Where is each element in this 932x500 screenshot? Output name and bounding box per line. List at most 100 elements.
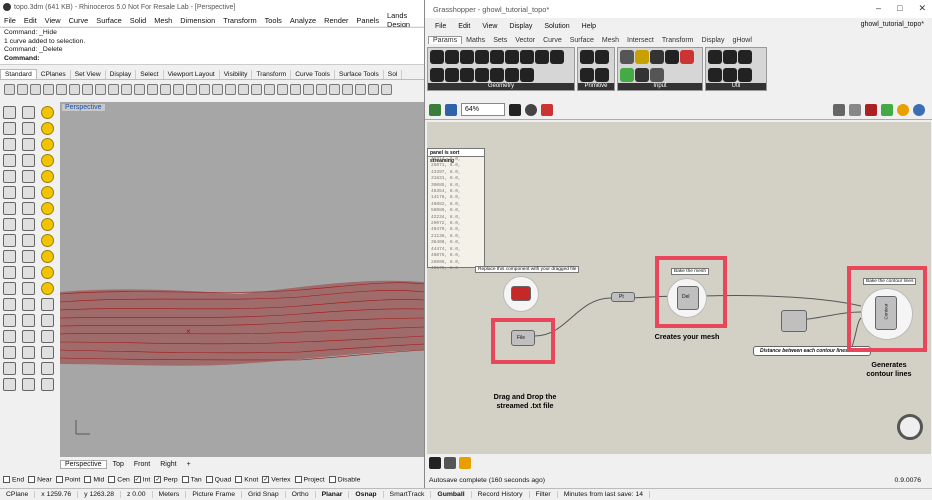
component-icon[interactable] (635, 50, 649, 64)
component-icon[interactable] (505, 68, 519, 82)
component-icon[interactable] (535, 50, 549, 64)
side-tool-icon[interactable] (3, 282, 16, 295)
gh-tab-ghowl[interactable]: gHowl (728, 37, 755, 44)
toolbar-tab-sol[interactable]: Sol (384, 70, 403, 79)
gh-tab-params[interactable]: Params (428, 36, 463, 44)
filter-toggle[interactable]: Filter (530, 491, 558, 498)
side-tool-icon[interactable] (41, 362, 54, 375)
side-tool-icon[interactable] (41, 330, 54, 343)
component-icon[interactable] (650, 68, 664, 82)
compass-icon[interactable] (897, 414, 923, 440)
toolbar-tool-icon[interactable] (173, 83, 184, 95)
rhino-menu-mesh[interactable]: Mesh (150, 16, 176, 25)
side-tool-icon[interactable] (22, 234, 35, 247)
side-tool-icon[interactable] (3, 186, 16, 199)
side-tool-icon[interactable] (41, 138, 54, 151)
osnap-quad[interactable]: Quad (205, 476, 231, 484)
side-tool-icon[interactable] (41, 122, 54, 135)
minimize-icon[interactable]: – (876, 3, 881, 14)
bake-icon[interactable] (865, 103, 877, 116)
toolbar-tool-icon[interactable] (381, 83, 392, 95)
side-tool-icon[interactable] (3, 170, 16, 183)
viewport-tab-right[interactable]: Right (156, 461, 180, 468)
toolbar-tool-icon[interactable] (186, 83, 197, 95)
toolbar-tool-icon[interactable] (303, 83, 314, 95)
osnap-knot[interactable]: Knot (235, 476, 258, 484)
open-file-icon[interactable] (429, 103, 441, 116)
component-icon[interactable] (445, 50, 459, 64)
maximize-icon[interactable]: □ (897, 3, 902, 14)
globe-icon[interactable] (897, 103, 909, 116)
gh-menu-edit[interactable]: Edit (452, 23, 476, 30)
component-icon[interactable] (520, 68, 534, 82)
component-icon[interactable] (580, 68, 594, 82)
side-tool-icon[interactable] (41, 186, 54, 199)
current-layer[interactable]: Picture Frame (186, 491, 242, 498)
rhino-menu-render[interactable]: Render (320, 16, 352, 25)
toolbar-tab-display[interactable]: Display (106, 70, 137, 79)
toolbar-tool-icon[interactable] (121, 83, 132, 95)
toolbar-tool-icon[interactable] (212, 83, 223, 95)
delaunay-mesh-component[interactable]: Del (677, 286, 699, 310)
side-tool-icon[interactable] (41, 266, 54, 279)
side-tool-icon[interactable] (22, 282, 35, 295)
osnap-end[interactable]: End (3, 476, 24, 484)
toolbar-tab-visibility[interactable]: Visibility (220, 70, 253, 79)
toolbar-tool-icon[interactable] (238, 83, 249, 95)
file-path-component[interactable]: File (511, 330, 535, 346)
osnap-cen[interactable]: Cen (108, 476, 130, 484)
component-icon[interactable] (445, 68, 459, 82)
osnap-checkbox[interactable] (294, 476, 302, 484)
side-tool-icon[interactable] (41, 202, 54, 215)
side-tool-icon[interactable] (22, 346, 35, 359)
sketch-tool-icon[interactable] (444, 457, 456, 469)
planar-toggle[interactable]: Planar (316, 491, 350, 498)
save-file-icon[interactable] (445, 103, 457, 116)
gh-menu-view[interactable]: View (476, 23, 503, 30)
add-viewport-icon[interactable]: + (183, 461, 195, 468)
side-tool-icon[interactable] (3, 234, 16, 247)
toolbar-tab-viewport-layout[interactable]: Viewport Layout (164, 70, 220, 79)
osnap-mid[interactable]: Mid (84, 476, 104, 484)
side-tool-icon[interactable] (22, 138, 35, 151)
toolbar-tool-icon[interactable] (69, 83, 80, 95)
component-icon[interactable] (738, 68, 752, 82)
component-icon[interactable] (665, 50, 679, 64)
toolbar-tool-icon[interactable] (251, 83, 262, 95)
gh-tab-intersect[interactable]: Intersect (623, 37, 658, 44)
toolbar-tool-icon[interactable] (43, 83, 54, 95)
close-icon[interactable]: ✕ (918, 3, 926, 14)
side-tool-icon[interactable] (22, 122, 35, 135)
paint-icon[interactable] (541, 103, 553, 116)
zoom-select[interactable]: 64% (461, 103, 505, 116)
osnap-disable[interactable]: Disable (328, 476, 360, 484)
osnap-checkbox[interactable] (84, 476, 92, 484)
grid-snap-toggle[interactable]: Grid Snap (242, 491, 286, 498)
rhino-menu-transform[interactable]: Transform (219, 16, 260, 25)
orange-shape-icon[interactable] (459, 457, 471, 469)
toolbar-tab-cplanes[interactable]: CPlanes (37, 70, 71, 79)
rhino-menu-solid[interactable]: Solid (126, 16, 150, 25)
side-tool-icon[interactable] (3, 330, 16, 343)
gh-document-name[interactable]: ghowl_tutorial_topo* (861, 21, 924, 28)
toolbar-tool-icon[interactable] (95, 83, 106, 95)
osnap-checkbox[interactable]: ✓ (262, 476, 270, 484)
rhino-menu-tools[interactable]: Tools (261, 16, 286, 25)
component-icon[interactable] (580, 50, 594, 64)
component-icon[interactable] (738, 50, 752, 64)
side-tool-icon[interactable] (3, 378, 16, 391)
side-tool-icon[interactable] (3, 154, 16, 167)
side-tool-icon[interactable] (22, 170, 35, 183)
osnap-int[interactable]: ✓ Int (133, 476, 150, 484)
osnap-vertex[interactable]: ✓ Vertex (262, 476, 291, 484)
gh-tab-maths[interactable]: Maths (462, 37, 489, 44)
toolbar-tab-transform[interactable]: Transform (252, 70, 292, 79)
toolbar-tool-icon[interactable] (277, 83, 288, 95)
record-history-toggle[interactable]: Record History (472, 491, 530, 498)
component-icon[interactable] (460, 68, 474, 82)
toolbar-tab-surface-tools[interactable]: Surface Tools (335, 70, 384, 79)
gh-menu-solution[interactable]: Solution (538, 23, 575, 30)
side-tool-icon[interactable] (3, 122, 16, 135)
side-tool-icon[interactable] (41, 218, 54, 231)
rhino-menu-surface[interactable]: Surface (92, 16, 125, 25)
